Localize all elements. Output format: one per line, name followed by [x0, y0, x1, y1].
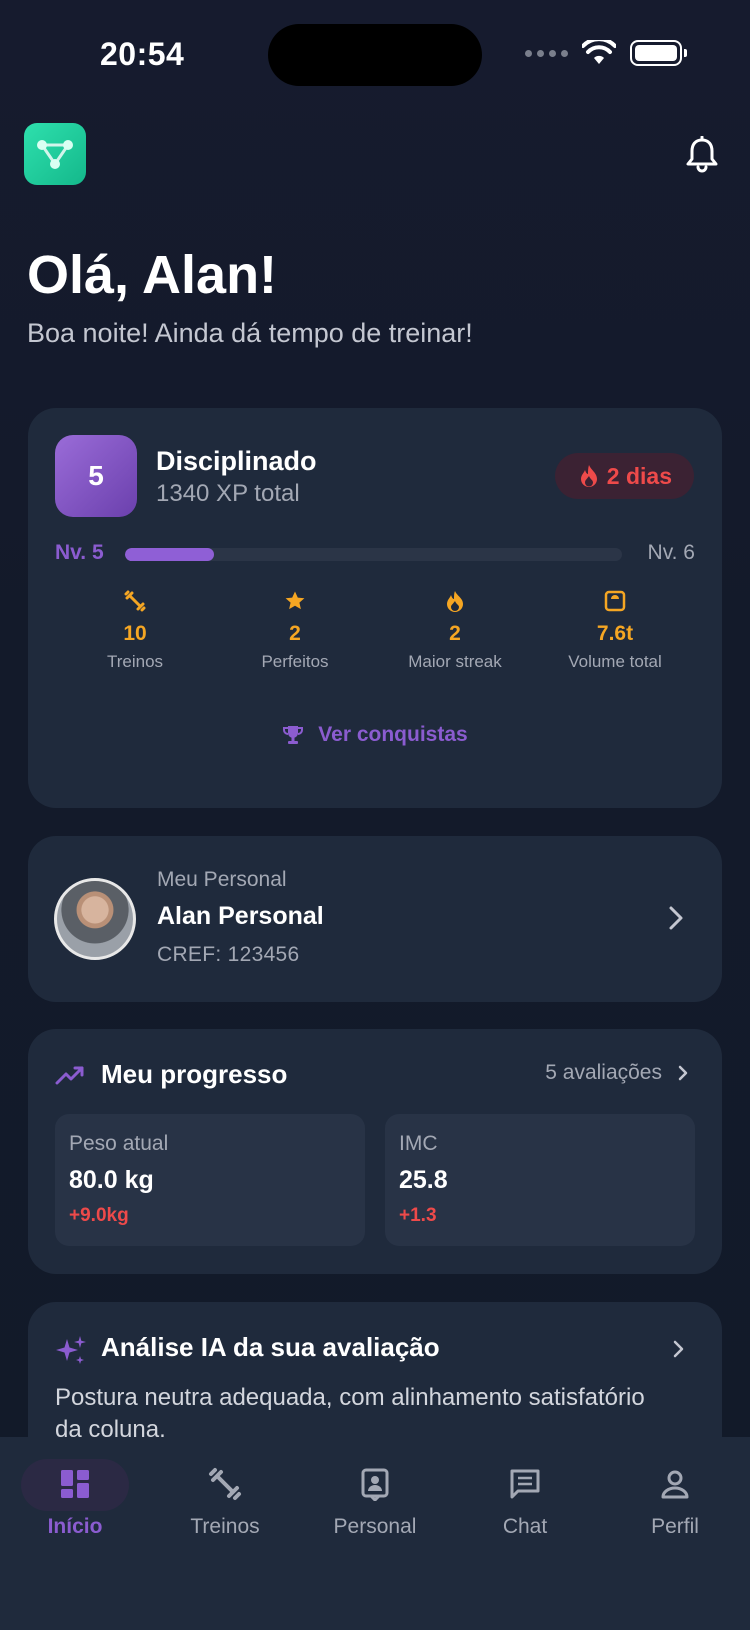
status-indicators [525, 40, 687, 66]
tab-label: Início [47, 1515, 103, 1538]
chevron-right-icon [678, 1065, 688, 1081]
scale-icon [604, 590, 626, 612]
battery-icon [630, 40, 687, 66]
metric-value: 80.0 kg [69, 1166, 154, 1194]
tab-treinos[interactable]: Treinos [150, 1437, 300, 1557]
tab-perfil[interactable]: Perfil [600, 1437, 750, 1557]
stat-label: Volume total [568, 652, 662, 671]
level-progress: Nv. 5 Nv. 6 [55, 540, 695, 570]
metric-label: IMC [399, 1132, 438, 1155]
metric-delta: +9.0kg [69, 1205, 129, 1226]
tab-label: Perfil [651, 1515, 699, 1538]
signal-dots-icon [525, 49, 568, 57]
greeting-subtitle: Boa noite! Ainda dá tempo de treinar! [27, 318, 473, 348]
id-badge-icon [361, 1468, 389, 1501]
level-from-label: Nv. 5 [55, 541, 104, 564]
view-achievements-button[interactable]: Ver conquistas [28, 723, 722, 747]
tab-personal[interactable]: Personal [300, 1437, 450, 1557]
wifi-icon [582, 40, 616, 64]
stat-value: 2 [289, 622, 301, 645]
stat-label: Maior streak [408, 652, 502, 671]
bottom-tab-bar: Início Treinos Personal Chat Perfil [0, 1437, 750, 1630]
app-logo[interactable] [24, 123, 86, 185]
trending-up-icon [55, 1066, 84, 1085]
evaluations-link-label: 5 avaliações [545, 1061, 662, 1084]
metric-delta: +1.3 [399, 1205, 437, 1226]
tab-chat[interactable]: Chat [450, 1437, 600, 1557]
stat-value: 10 [123, 622, 147, 645]
avatar [54, 878, 136, 960]
star-icon [285, 591, 305, 610]
status-time: 20:54 [100, 36, 185, 72]
level-to-label: Nv. 6 [647, 541, 695, 564]
chat-icon [510, 1469, 540, 1499]
metric-label: Peso atual [69, 1132, 169, 1155]
personal-name: Alan Personal [157, 902, 324, 930]
dynamic-island [268, 24, 482, 86]
view-achievements-label: Ver conquistas [318, 723, 468, 746]
level-title: Disciplinado [156, 446, 317, 476]
dashboard-icon [61, 1470, 89, 1498]
bell-icon[interactable] [684, 136, 720, 174]
dumbbell-icon [209, 1468, 241, 1500]
personal-trainer-card[interactable]: Meu Personal Alan Personal CREF: 123456 [28, 836, 722, 1002]
stat-volume-total: 7.6t Volume total [535, 590, 695, 672]
evaluations-link[interactable]: 5 avaliações [545, 1061, 688, 1085]
stats-row: 10 Treinos 2 Perfeitos 2 Maior streak 7.… [55, 590, 695, 672]
flame-icon [580, 465, 597, 487]
level-progress-track [125, 548, 622, 561]
ai-analysis-title: Análise IA da sua avaliação [101, 1332, 440, 1362]
stat-treinos: 10 Treinos [55, 590, 215, 672]
tab-label: Chat [502, 1515, 548, 1538]
metric-value: 25.8 [399, 1166, 448, 1194]
progress-title: Meu progresso [101, 1059, 288, 1089]
tab-inicio[interactable]: Início [0, 1437, 150, 1557]
stat-value: 7.6t [596, 622, 634, 645]
trophy-icon [283, 726, 304, 744]
user-icon [661, 1470, 689, 1499]
stat-maior-streak: 2 Maior streak [375, 590, 535, 672]
streak-label: 2 dias [606, 462, 672, 489]
status-bar: 20:54 [0, 0, 750, 110]
dumbbell-icon [124, 590, 146, 612]
stat-perfeitos: 2 Perfeitos [215, 590, 375, 672]
stat-label: Perfeitos [261, 652, 329, 671]
level-card: 5 Disciplinado 1340 XP total 2 dias Nv. … [28, 408, 722, 808]
level-badge: 5 [55, 435, 137, 517]
chevron-right-icon [673, 1340, 684, 1358]
progress-card: Meu progresso 5 avaliações Peso atual 80… [28, 1029, 722, 1274]
metric-bmi: IMC 25.8 +1.3 [385, 1114, 695, 1246]
personal-cref: CREF: 123456 [157, 943, 300, 966]
greeting-title: Olá, Alan! [27, 245, 278, 305]
sparkles-icon [56, 1336, 86, 1364]
metric-weight: Peso atual 80.0 kg +9.0kg [55, 1114, 365, 1246]
stat-label: Treinos [106, 652, 164, 671]
network-nodes-icon [37, 140, 73, 169]
stat-value: 2 [449, 622, 461, 645]
personal-kicker: Meu Personal [157, 868, 287, 891]
tab-label: Personal [333, 1515, 417, 1538]
level-xp: 1340 XP total [156, 480, 300, 507]
level-progress-fill [125, 548, 215, 561]
tab-label: Treinos [190, 1515, 260, 1538]
streak-badge: 2 dias [554, 453, 694, 499]
flame-icon [447, 591, 463, 612]
chevron-right-icon [669, 906, 683, 930]
